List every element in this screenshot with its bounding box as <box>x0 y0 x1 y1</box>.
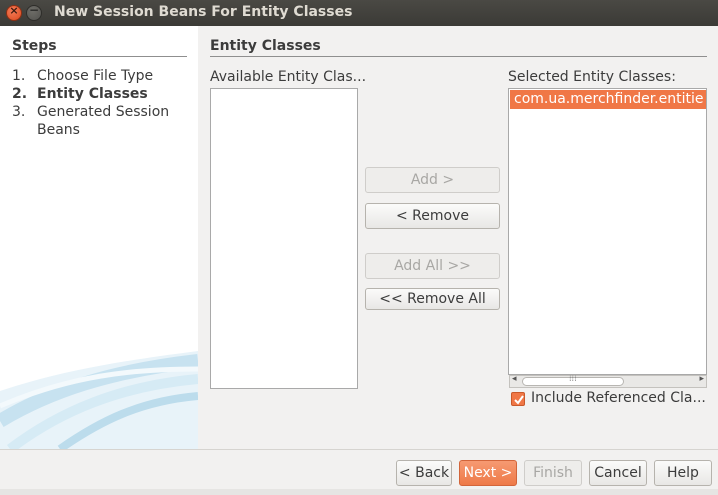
back-button[interactable]: < Back <box>396 460 452 486</box>
add-all-button[interactable]: Add All >> <box>365 253 500 279</box>
content-divider <box>210 56 707 57</box>
bottom-edge <box>0 489 718 495</box>
step-label: Entity Classes <box>37 86 148 102</box>
step-label: Generated Session Beans <box>37 104 170 138</box>
close-window-button[interactable]: × <box>6 4 22 21</box>
page-title: Entity Classes <box>210 38 321 54</box>
scrollbar-thumb[interactable]: ⁞⁞⁞ <box>522 374 624 386</box>
step-label: Choose File Type <box>37 68 154 84</box>
close-icon: × <box>9 4 19 17</box>
selected-list-horizontal-scrollbar[interactable]: ◂ ⁞⁞⁞ ▸ <box>509 374 707 388</box>
grip-icon: ⁞⁞⁞ <box>569 374 577 383</box>
checkmark-icon <box>514 395 524 405</box>
window-title: New Session Beans For Entity Classes <box>54 4 353 20</box>
next-button[interactable]: Next > <box>459 460 517 486</box>
step-number: 3. <box>12 104 26 120</box>
steps-heading: Steps <box>12 38 57 54</box>
minimize-window-button[interactable]: − <box>26 3 42 21</box>
minimize-icon: − <box>28 3 40 17</box>
step-choose-file-type: 1. Choose File Type <box>12 67 177 85</box>
include-referenced-classes-label[interactable]: Include Referenced Cla... <box>531 390 706 406</box>
step-number: 2. <box>12 86 28 102</box>
cancel-button[interactable]: Cancel <box>589 460 647 486</box>
help-button[interactable]: Help <box>654 460 712 486</box>
available-entity-classes-list[interactable] <box>210 88 358 389</box>
add-button[interactable]: Add > <box>365 167 500 193</box>
selected-entity-classes-list[interactable]: com.ua.merchfinder.entitie <box>508 88 707 375</box>
decorative-wave-graphic <box>0 351 198 449</box>
step-entity-classes: 2. Entity Classes <box>12 85 177 103</box>
include-referenced-classes-checkbox[interactable] <box>511 392 525 406</box>
steps-divider <box>10 56 187 57</box>
remove-button[interactable]: < Remove <box>365 203 500 229</box>
step-generated-session-beans: 3. Generated Session Beans <box>12 103 177 139</box>
footer-divider <box>0 449 718 450</box>
list-item[interactable]: com.ua.merchfinder.entitie <box>510 90 706 109</box>
finish-button[interactable]: Finish <box>524 460 582 486</box>
steps-panel: Steps 1. Choose File Type 2. Entity Classe… <box>0 26 198 449</box>
available-entity-classes-label: Available Entity Clas... <box>210 69 367 85</box>
scroll-left-icon[interactable]: ◂ <box>512 374 517 384</box>
selected-entity-classes-label: Selected Entity Classes: <box>508 69 676 85</box>
scroll-right-icon[interactable]: ▸ <box>699 374 704 384</box>
remove-all-button[interactable]: << Remove All <box>365 288 500 310</box>
step-number: 1. <box>12 68 26 84</box>
title-bar: × − New Session Beans For Entity Classes <box>0 0 718 26</box>
